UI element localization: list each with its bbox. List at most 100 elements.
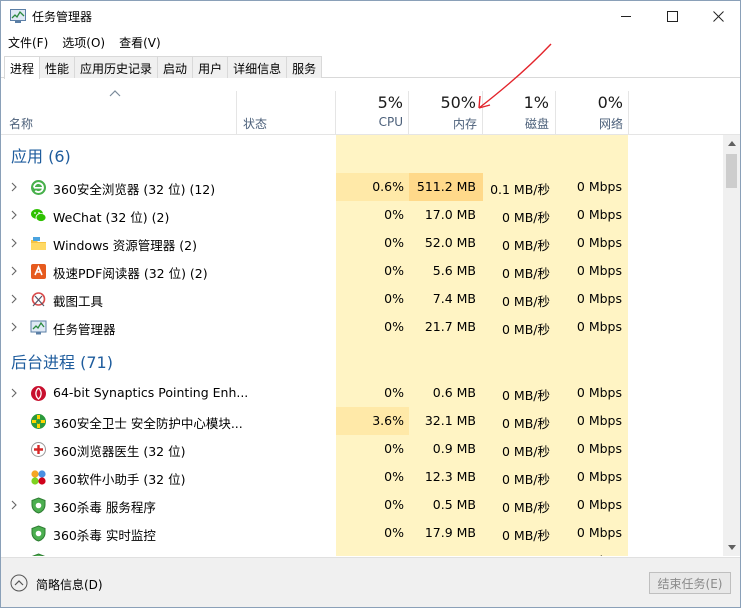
expand-chevron-right-icon[interactable] [11, 500, 17, 510]
process-row[interactable]: 360杀毒 实时监控 0% 17.9 MB 0 MB/秒 0 Mbps [1, 519, 723, 547]
disk-value: 0 MB/秒 [502, 500, 550, 515]
network-value: 0 Mbps [576, 469, 622, 484]
process-name: 64-bit Synaptics Pointing Enh... [53, 385, 249, 400]
close-button[interactable] [695, 1, 740, 31]
expand-chevron-right-icon[interactable] [11, 210, 17, 220]
process-name: 360杀毒 主程序 [53, 553, 143, 556]
process-row[interactable]: 360安全浏览器 (32 位) (12) 0.6% 511.2 MB 0.1 MB/秒… [1, 173, 723, 201]
process-row[interactable]: WeChat (32 位) (2) 0% 17.0 MB 0 MB/秒 0 Mbps [1, 201, 723, 229]
maximize-button[interactable] [649, 1, 695, 31]
process-row[interactable]: 任务管理器 0% 21.7 MB 0 MB/秒 0 Mbps [1, 313, 723, 341]
cpu-value: 0% [384, 319, 404, 334]
process-row[interactable]: 360浏览器医生 (32 位) 0% 0.9 MB 0 MB/秒 0 Mbps [1, 435, 723, 463]
window-title: 任务管理器 [32, 10, 93, 24]
network-value: 0 Mbps [576, 319, 622, 334]
expand-chevron-right-icon[interactable] [11, 388, 17, 398]
task-manager-icon [30, 320, 47, 335]
process-row[interactable]: 截图工具 0% 7.4 MB 0 MB/秒 0 Mbps [1, 285, 723, 313]
memory-value: 0.6 MB [432, 385, 476, 400]
tab-details[interactable]: 详细信息 [227, 56, 288, 78]
process-row[interactable]: Windows 资源管理器 (2) 0% 52.0 MB 0 MB/秒 0 Mbps [1, 229, 723, 257]
disk-value: 0 MB/秒 [502, 528, 550, 543]
menu-file[interactable]: 文件(F) [1, 31, 55, 53]
360-safe-icon [31, 414, 46, 429]
process-row[interactable]: 极速PDF阅读器 (32 位) (2) 0% 5.6 MB 0 MB/秒 0 Mbps [1, 257, 723, 285]
expand-chevron-right-icon[interactable] [11, 294, 17, 304]
process-row[interactable]: 360软件小助手 (32 位) 0% 12.3 MB 0 MB/秒 0 Mbps [1, 463, 723, 491]
network-value: 0 Mbps [576, 235, 622, 250]
explorer-folder-icon [31, 237, 46, 250]
expand-chevron-right-icon[interactable] [11, 238, 17, 248]
collapse-details-icon[interactable] [10, 574, 28, 592]
fewer-details-link[interactable]: 简略信息(D) [36, 576, 103, 593]
network-value: 0 Mbps [576, 291, 622, 306]
cpu-value: 0% [384, 291, 404, 306]
cpu-value: 0.6% [372, 179, 404, 194]
process-row[interactable]: 360安全卫士 安全防护中心模块... 3.6% 32.1 MB 0 MB/秒 0 Mb… [1, 407, 723, 435]
cpu-value: 0% [341, 553, 404, 556]
tab-startup[interactable]: 启动 [157, 56, 194, 78]
process-row[interactable]: 64-bit Synaptics Pointing Enh... 0% 0.6 MB… [1, 379, 723, 407]
tab-performance[interactable]: 性能 [39, 56, 76, 78]
browser-doctor-icon [31, 442, 46, 457]
cpu-value: 0% [384, 207, 404, 222]
memory-percent: 50% [440, 93, 476, 112]
tab-processes[interactable]: 进程 [4, 56, 41, 79]
vertical-scrollbar[interactable] [723, 135, 740, 556]
memory-value: 511.2 MB [416, 179, 476, 194]
column-cpu[interactable]: CPU [353, 115, 403, 129]
memory-value: 32.1 MB [424, 413, 476, 428]
column-network[interactable]: 网络 [573, 115, 623, 132]
menu-view[interactable]: 查看(V) [112, 31, 168, 53]
group-header[interactable]: 应用 (6) [11, 143, 71, 167]
expand-chevron-right-icon[interactable] [11, 182, 17, 192]
disk-value: 0 MB/秒 [502, 388, 550, 403]
tab-app-history[interactable]: 应用历史记录 [74, 56, 159, 78]
footer-bar: 简略信息(D) 结束任务(E) [1, 557, 740, 607]
disk-value: 0 MB/秒 [502, 416, 550, 431]
process-name: 360浏览器医生 (32 位) [53, 444, 186, 459]
tab-users[interactable]: 用户 [192, 56, 229, 78]
column-name[interactable]: 名称 [9, 115, 33, 132]
minimize-button[interactable] [603, 1, 649, 31]
process-name: 极速PDF阅读器 (32 位) (2) [53, 266, 208, 281]
scrollbar-thumb[interactable] [726, 154, 737, 188]
end-task-button[interactable]: 结束任务(E) [649, 572, 731, 594]
task-manager-icon [10, 9, 26, 23]
cpu-value: 0% [384, 525, 404, 540]
disk-value: 0 MB/秒 [502, 294, 550, 309]
process-list: 应用 (6) 360安全浏览器 (32 位) (12) 0.6% 511.2 MB 0.… [1, 135, 723, 556]
expand-chevron-right-icon[interactable] [11, 266, 17, 276]
process-name: 360杀毒 服务程序 [53, 500, 156, 515]
menu-options[interactable]: 选项(O) [55, 31, 112, 53]
scroll-down-arrow-icon [727, 545, 736, 550]
memory-value: 5.6 MB [432, 263, 476, 278]
group-header[interactable]: 后台进程 (71) [11, 349, 113, 373]
process-row[interactable]: 360杀毒 主程序 0% 1.1 MB 0 MB/秒 0 Mbps [1, 547, 723, 556]
column-status[interactable]: 状态 [243, 115, 267, 132]
memory-value: 17.9 MB [424, 525, 476, 540]
disk-value: 0 MB/秒 [502, 472, 550, 487]
menu-bar: 文件(F) 选项(O) 查看(V) [1, 31, 740, 53]
memory-value: 12.3 MB [424, 469, 476, 484]
column-memory[interactable]: 内存 [427, 115, 477, 132]
memory-value: 1.1 MB [413, 553, 476, 556]
360-antivirus-icon [31, 497, 46, 514]
process-row[interactable]: 360杀毒 服务程序 0% 0.5 MB 0 MB/秒 0 Mbps [1, 491, 723, 519]
close-icon [712, 10, 724, 22]
scroll-up-button[interactable] [723, 135, 740, 152]
process-name: 任务管理器 [53, 322, 116, 337]
title-bar[interactable]: 任务管理器 [1, 1, 740, 31]
network-value: 0 Mbps [576, 413, 622, 428]
memory-value: 52.0 MB [424, 235, 476, 250]
tab-services[interactable]: 服务 [286, 56, 323, 78]
cpu-value: 0% [384, 469, 404, 484]
memory-value: 17.0 MB [424, 207, 476, 222]
column-disk[interactable]: 磁盘 [499, 115, 549, 132]
process-name: WeChat (32 位) (2) [53, 210, 170, 225]
disk-value: 0 MB/秒 [502, 444, 550, 459]
network-value: 0 Mbps [576, 179, 622, 194]
expand-chevron-right-icon[interactable] [11, 322, 17, 332]
memory-value: 0.5 MB [432, 497, 476, 512]
scroll-down-button[interactable] [723, 539, 740, 556]
